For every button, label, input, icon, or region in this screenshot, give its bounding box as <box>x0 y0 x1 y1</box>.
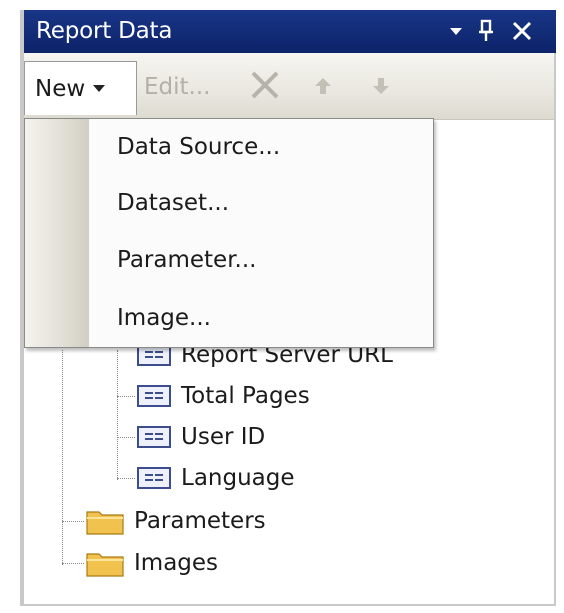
chevron-down-icon <box>93 85 106 92</box>
tree-item-label: Total Pages <box>181 383 310 409</box>
title-bar: Report Data <box>24 10 556 53</box>
tree-item-total-pages[interactable]: Total Pages <box>137 378 310 414</box>
tree-connector <box>62 350 63 565</box>
menu-item-image[interactable]: Image... <box>89 290 433 346</box>
field-icon <box>137 467 171 489</box>
tree-item-language[interactable]: Language <box>137 460 295 496</box>
tree-item-label: Language <box>181 465 295 491</box>
tree-connector <box>62 521 84 522</box>
field-icon <box>137 426 171 448</box>
toolbar: New Edit... <box>24 53 554 120</box>
window-title: Report Data <box>36 18 173 44</box>
menu-arrow-icon[interactable] <box>442 16 470 46</box>
new-button[interactable]: New <box>24 61 137 115</box>
pin-icon[interactable] <box>472 16 500 46</box>
delete-x-icon[interactable] <box>246 65 284 105</box>
tree-folder-label: Parameters <box>134 508 266 534</box>
tree-connector <box>117 350 118 480</box>
tree-connector <box>62 563 84 564</box>
move-down-icon[interactable] <box>366 67 396 105</box>
move-up-icon[interactable] <box>308 67 338 105</box>
tree-item-user-id[interactable]: User ID <box>137 419 265 455</box>
tree-connector <box>117 437 135 438</box>
menu-item-data-source[interactable]: Data Source... <box>89 119 433 175</box>
tree-folder-label: Images <box>134 550 219 576</box>
tree-folder-images[interactable]: Images <box>86 545 218 581</box>
new-button-label: New <box>35 75 86 102</box>
folder-icon <box>86 511 124 535</box>
menu-item-dataset[interactable]: Dataset... <box>89 175 433 231</box>
menu-item-parameter[interactable]: Parameter... <box>89 232 433 288</box>
close-icon[interactable] <box>508 16 536 46</box>
tree-connector <box>117 396 135 397</box>
menu-icon-gutter <box>25 119 89 347</box>
tree-item-label: User ID <box>181 424 266 450</box>
tree-connector <box>117 478 135 479</box>
new-dropdown-menu: Data Source... Dataset... Parameter... I… <box>24 118 434 348</box>
folder-icon <box>86 553 124 577</box>
edit-button[interactable]: Edit... <box>144 67 210 107</box>
field-icon <box>137 385 171 407</box>
tree-folder-parameters[interactable]: Parameters <box>86 503 266 539</box>
